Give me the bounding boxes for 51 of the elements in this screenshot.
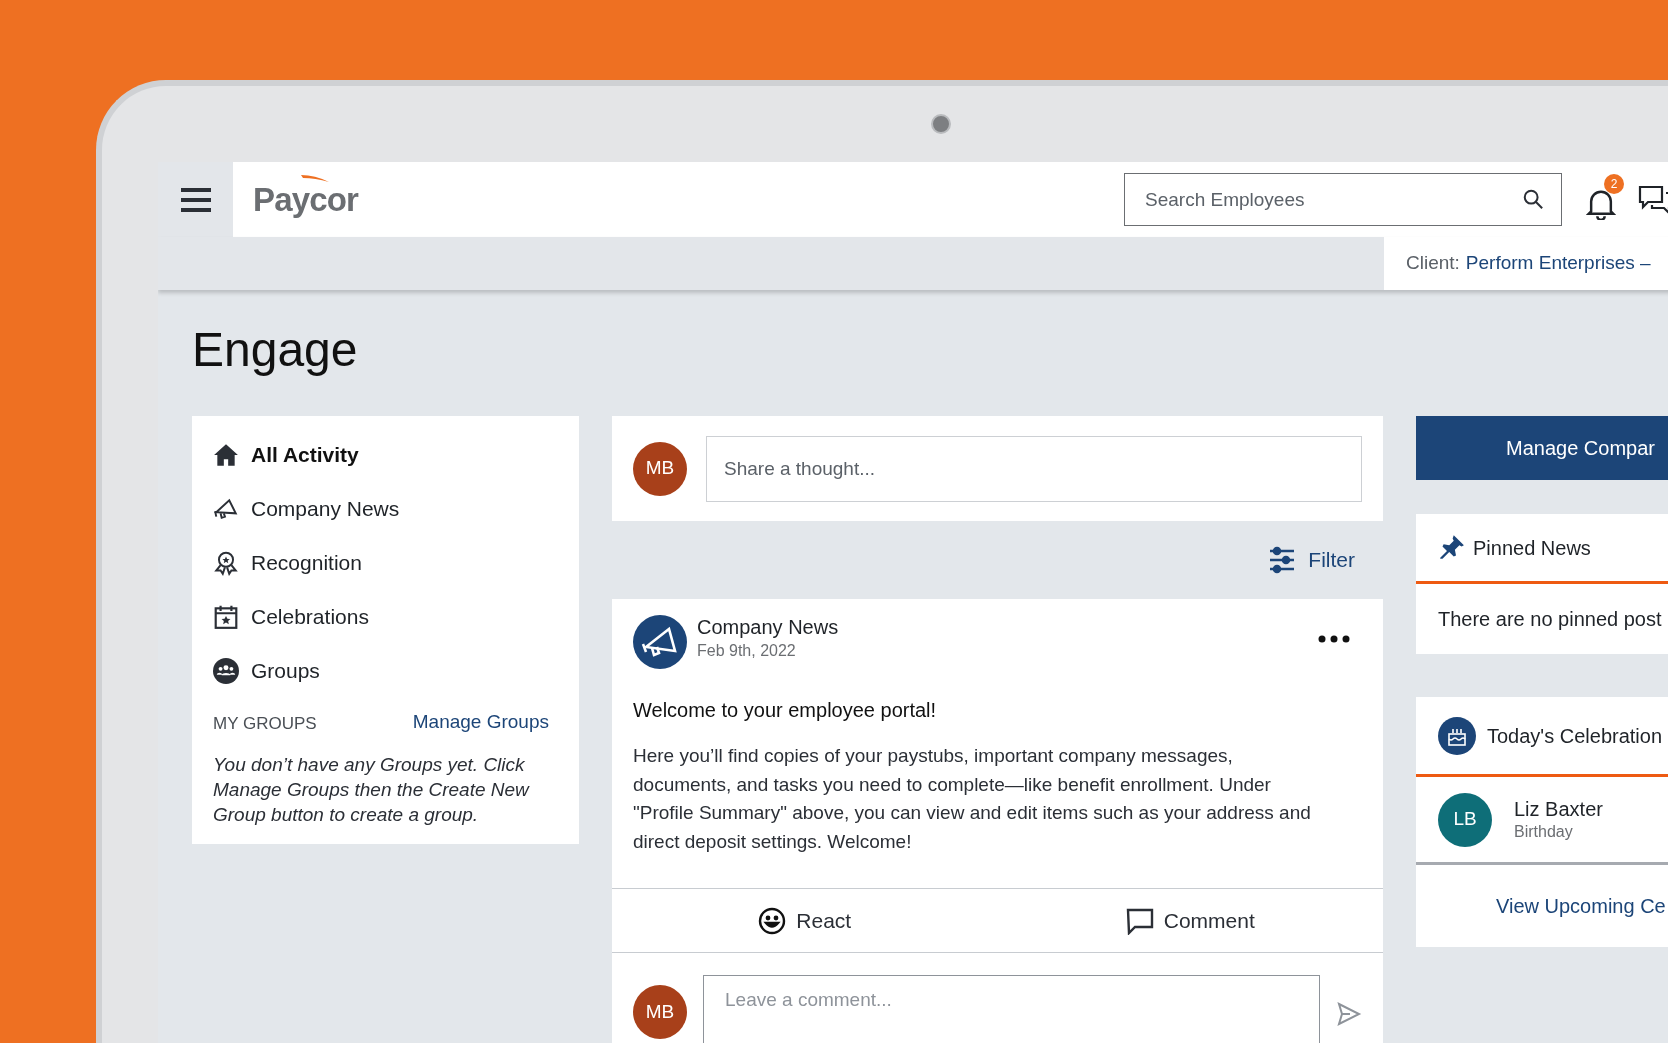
view-upcoming-link[interactable]: View Upcoming Ce (1496, 891, 1666, 921)
sidebar-item[interactable]: All Activity (213, 428, 558, 482)
occasion-label: Birthday (1514, 822, 1574, 842)
bell-icon (1586, 187, 1616, 220)
post-source: Company News (697, 615, 839, 640)
logo-swoosh-icon (301, 173, 329, 183)
megaphone-icon (213, 496, 239, 522)
post-date: Feb 9th, 2022 (697, 641, 797, 661)
sidebar-item[interactable]: Company News (213, 482, 558, 536)
share-thought-field[interactable]: Share a thought... (706, 435, 1362, 502)
person-avatar: LB (1438, 792, 1492, 847)
sidebar-item[interactable]: Groups (213, 644, 558, 698)
comment-button[interactable]: Comment (997, 889, 1383, 952)
smiley-icon (758, 906, 787, 935)
card-title: Pinned News (1473, 535, 1591, 561)
manage-company-button[interactable]: Manage Compar (1416, 416, 1668, 480)
menu-icon (179, 186, 212, 213)
chat-icon[interactable] (1638, 183, 1668, 216)
filter-button[interactable]: Filter (1269, 544, 1355, 576)
post-title: Welcome to your employee portal! (633, 698, 938, 723)
calendar-icon (213, 604, 239, 630)
page-title: Engage (192, 322, 358, 378)
more-icon (1318, 635, 1350, 643)
sidebar-item[interactable]: Celebrations (213, 590, 558, 644)
search-field[interactable]: Search Employees (1124, 173, 1562, 226)
home-icon (213, 442, 239, 468)
comment-icon (1125, 906, 1154, 935)
section-heading: MY GROUPS (213, 713, 317, 735)
more-options-button[interactable] (1318, 635, 1350, 643)
search-icon (1522, 188, 1544, 210)
post-body: Here you’ll find copies of your paystubs, important company messages, documents, and tasks you need to complete—like benefit enrollment. Under "Profile Summary" above, you can view and edit items such as your address and direct deposit settings. Welcome! (633, 744, 1312, 854)
pin-icon (1438, 534, 1465, 561)
sidebar-item[interactable]: Recognition (213, 536, 558, 590)
empty-groups-message: You don’t have any Groups yet. Click Manage Groups then the Create New Group button to create a group. (213, 752, 531, 827)
award-icon (213, 550, 239, 576)
megaphone-avatar-icon (633, 615, 687, 669)
user-avatar: MB (633, 441, 687, 496)
sliders-icon (1269, 546, 1296, 574)
group-icon (213, 658, 239, 684)
comment-field[interactable]: Leave a comment... (703, 975, 1320, 1043)
user-avatar: MB (633, 985, 687, 1039)
notification-count: 2 (1604, 173, 1624, 194)
empty-pinned-message: There are no pinned post (1438, 607, 1662, 632)
react-button[interactable]: React (612, 889, 998, 952)
client-label: Client: (1406, 251, 1460, 276)
send-icon[interactable] (1336, 1001, 1362, 1027)
cake-icon (1438, 716, 1476, 755)
card-title: Today's Celebration (1487, 723, 1663, 749)
manage-groups-link[interactable]: Manage Groups (412, 708, 549, 737)
person-name: Liz Baxter (1514, 797, 1603, 822)
client-name[interactable]: Perform Enterprises – (1465, 249, 1651, 278)
